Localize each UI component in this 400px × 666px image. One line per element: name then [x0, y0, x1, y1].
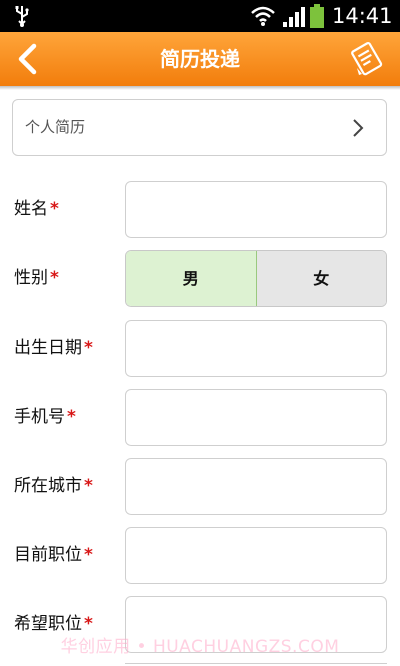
gender-toggle: 男 女 [125, 250, 387, 307]
document-pen-icon[interactable] [350, 40, 386, 78]
current-position-input[interactable] [125, 527, 387, 584]
city-label: 所在城市 * [14, 476, 93, 496]
phone-input[interactable] [125, 389, 387, 446]
required-mark: * [84, 476, 93, 496]
city-input[interactable] [125, 458, 387, 515]
page-title: 简历投递 [160, 47, 240, 71]
gender-label: 性别 * [14, 268, 59, 288]
title-bar: 简历投递 [0, 32, 400, 86]
phone-label: 手机号 * [14, 407, 76, 427]
birth-date-label: 出生日期 * [14, 338, 93, 358]
resume-selector[interactable]: 个人简历 [12, 99, 387, 156]
watermark: 华创应用 • HUACHUANGZS.COM [60, 637, 340, 657]
required-mark: * [84, 338, 93, 358]
current-position-label: 目前职位 * [14, 545, 93, 565]
name-input[interactable] [125, 181, 387, 238]
chevron-right-icon [353, 119, 364, 137]
usb-icon [15, 6, 29, 27]
status-time: 14:41 [332, 4, 393, 28]
gender-option-female[interactable]: 女 [256, 251, 386, 306]
gender-option-male[interactable]: 男 [126, 251, 257, 306]
wifi-icon [251, 6, 275, 26]
status-bar: 14:41 [0, 0, 400, 32]
required-mark: * [84, 614, 93, 634]
title-bar-shadow [0, 86, 400, 90]
required-mark: * [50, 268, 59, 288]
signal-icon [283, 7, 305, 27]
required-mark: * [84, 545, 93, 565]
battery-icon [310, 4, 324, 28]
birth-date-input[interactable] [125, 320, 387, 377]
required-mark: * [50, 199, 59, 219]
resume-selector-label: 个人简历 [25, 118, 86, 136]
name-label: 姓名 * [14, 199, 59, 219]
required-mark: * [67, 407, 76, 427]
